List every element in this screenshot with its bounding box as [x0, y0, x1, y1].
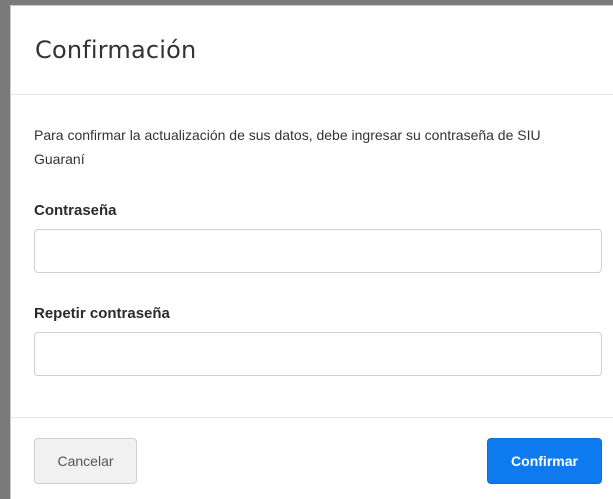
modal-footer: Cancelar Confirmar: [11, 417, 613, 499]
modal-title: Confirmación: [35, 36, 197, 64]
password-input[interactable]: [34, 229, 602, 273]
repeat-password-label: Repetir contraseña: [34, 305, 170, 322]
modal-body: Para confirmar la actualización de sus d…: [11, 95, 613, 417]
confirm-button[interactable]: Confirmar: [487, 438, 602, 484]
modal-header: Confirmación: [11, 6, 613, 95]
cancel-button[interactable]: Cancelar: [34, 438, 137, 484]
password-label: Contraseña: [34, 202, 117, 219]
intro-text: Para confirmar la actualización de sus d…: [34, 127, 541, 167]
repeat-password-input[interactable]: [34, 332, 602, 376]
confirmation-modal: Confirmación Para confirmar la actualiza…: [10, 5, 613, 499]
